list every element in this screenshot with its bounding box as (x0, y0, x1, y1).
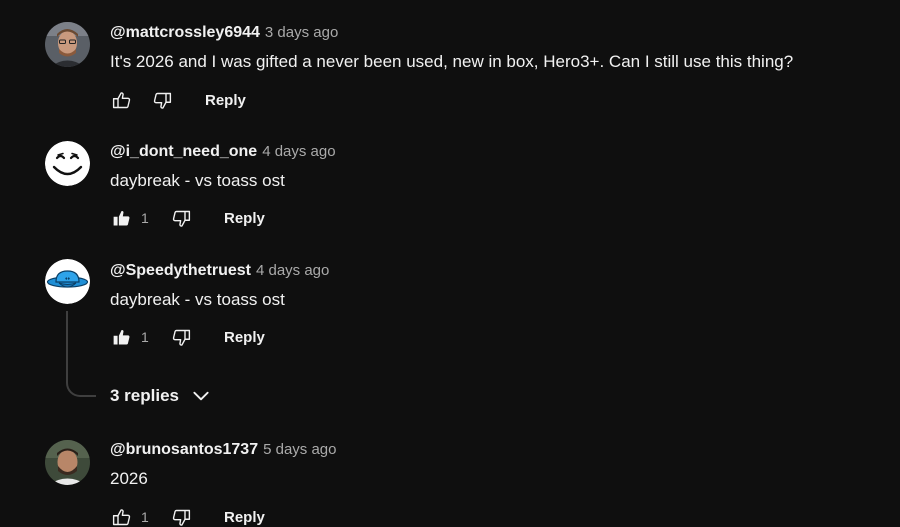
comment-text: 2026 (110, 469, 148, 488)
comment-text: It's 2026 and I was gifted a never been … (110, 52, 794, 71)
avatar-photo-icon (45, 22, 90, 67)
reply-button[interactable]: Reply (224, 329, 265, 346)
comment-actions: 1 Reply (110, 505, 265, 527)
avatar[interactable]: ♦♦ (45, 259, 90, 304)
comment-header: @brunosantos1737 5 days ago (110, 440, 336, 460)
comment-timestamp[interactable]: 5 days ago (263, 441, 336, 458)
like-count: 1 (141, 509, 149, 525)
comment-actions: Reply (110, 88, 246, 112)
thumbs-up-filled-icon (113, 329, 129, 344)
dislike-button[interactable] (151, 89, 173, 111)
replies-count-label: 3 replies (110, 386, 179, 405)
view-replies-button[interactable]: 3 replies (110, 383, 211, 409)
comment-header: @i_dont_need_one 4 days ago (110, 142, 336, 162)
comment-text: daybreak - vs toass ost (110, 290, 285, 309)
thumbs-down-icon (172, 210, 190, 227)
author-name[interactable]: @Speedythetruest (110, 262, 251, 279)
thread-connector-line (66, 311, 96, 397)
dislike-button[interactable] (170, 326, 192, 348)
avatar[interactable] (45, 440, 90, 485)
thumbs-down-icon (172, 329, 190, 346)
thumbs-up-filled-icon (113, 210, 129, 225)
like-button[interactable] (110, 326, 132, 348)
comment-actions: 1 Reply (110, 206, 265, 230)
like-count: 1 (141, 210, 149, 226)
thumbs-up-icon (112, 508, 130, 525)
like-count: 1 (141, 329, 149, 345)
like-button[interactable] (110, 207, 132, 229)
avatar-photo-icon (45, 440, 90, 485)
comment-header: @Speedythetruest 4 days ago (110, 261, 329, 281)
comment-timestamp[interactable]: 3 days ago (265, 24, 338, 41)
like-button[interactable] (110, 89, 132, 111)
author-name[interactable]: @i_dont_need_one (110, 143, 257, 160)
comment-timestamp[interactable]: 4 days ago (256, 262, 329, 279)
thumbs-down-icon (172, 509, 190, 526)
reply-button[interactable]: Reply (224, 509, 265, 526)
comment-actions: 1 Reply (110, 325, 265, 349)
svg-text:♦♦: ♦♦ (65, 276, 71, 282)
thumbs-up-icon (112, 91, 130, 108)
dislike-button[interactable] (170, 207, 192, 229)
author-name[interactable]: @brunosantos1737 (110, 441, 258, 458)
thumbs-down-icon (153, 92, 171, 109)
author-name[interactable]: @mattcrossley6944 (110, 24, 260, 41)
reply-button[interactable]: Reply (224, 210, 265, 227)
dislike-button[interactable] (170, 506, 192, 527)
comment-timestamp[interactable]: 4 days ago (262, 143, 335, 160)
comment-header: @mattcrossley6944 3 days ago (110, 23, 338, 43)
like-button[interactable] (110, 506, 132, 527)
avatar[interactable] (45, 141, 90, 186)
chevron-down-icon (193, 391, 209, 401)
smiley-avatar-icon (45, 141, 90, 186)
comment-text: daybreak - vs toass ost (110, 171, 285, 190)
reply-button[interactable]: Reply (205, 92, 246, 109)
comments-section: @mattcrossley6944 3 days ago It's 2026 an… (0, 0, 900, 527)
avatar[interactable] (45, 22, 90, 67)
saucer-avatar-icon: ♦♦ (45, 259, 90, 304)
